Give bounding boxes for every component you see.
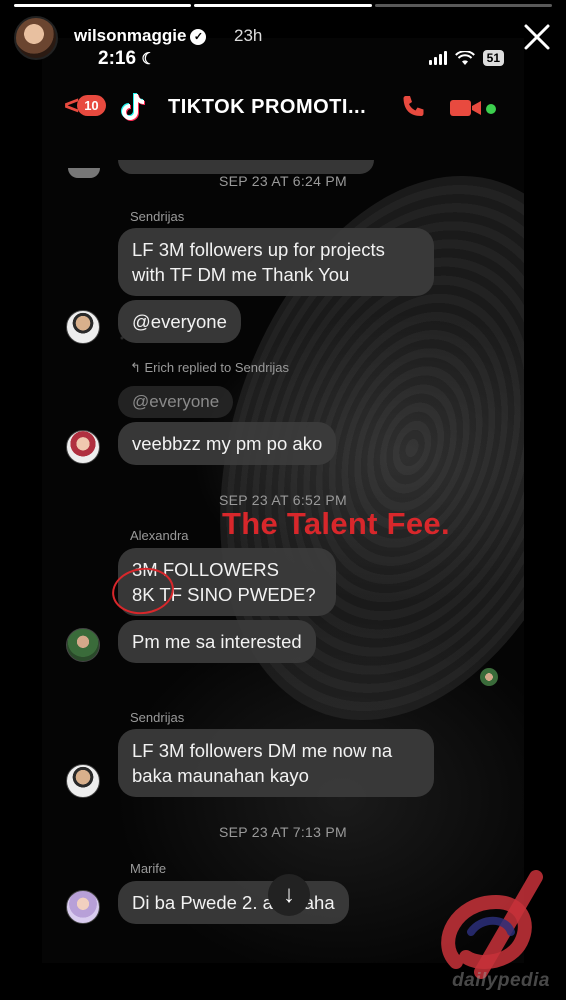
quoted-message[interactable]: @everyone [118, 386, 234, 418]
story-header: wilsonmaggie ✓ 23h [14, 16, 552, 60]
video-call-icon[interactable] [450, 98, 482, 118]
message-bubble[interactable]: Di ba Pwede 2. ahahaha [118, 881, 349, 924]
story-username[interactable]: wilsonmaggie ✓ [74, 26, 207, 46]
chat-header: < 10 TIKTOK PROMOTI... [42, 90, 524, 130]
reply-note-text: Erich replied to Sendrijas [144, 360, 290, 375]
watermark-text: dailypedia [452, 970, 550, 991]
story-time: 23h [234, 26, 263, 45]
avatar[interactable] [66, 628, 100, 662]
sender-name: Sendrijas [130, 209, 185, 224]
chat-title[interactable]: TIKTOK PROMOTI... [168, 96, 366, 119]
online-status-dot [486, 104, 496, 114]
message-bubble[interactable]: LF 3M followers DM me now na baka maunah… [118, 729, 434, 797]
avatar[interactable] [66, 310, 100, 344]
message-bubble[interactable]: Pm me sa interested [118, 620, 316, 663]
avatar[interactable] [66, 430, 100, 464]
message-bubble-partial [118, 160, 374, 174]
sender-name: Sendrijas [130, 710, 185, 725]
reply-arrow-icon: ↰ [130, 360, 145, 375]
story-progress-bar [14, 4, 552, 7]
seen-avatar [480, 668, 498, 686]
chat-screenshot: 2:16 ☾ 51 < 10 TIKTOK PROMOTI... SEP 23 … [42, 38, 524, 963]
sender-name: Marife [130, 861, 167, 876]
progress-segment [14, 4, 192, 7]
message-timestamp: SEP 23 AT 6:24 PM [218, 173, 348, 189]
unread-count-badge: 10 [77, 94, 106, 116]
reply-note: ↰ Erich replied to Sendrijas [130, 360, 289, 376]
progress-segment [374, 4, 552, 7]
sender-name: Alexandra [130, 528, 189, 543]
message-bubble[interactable]: @everyone [118, 300, 241, 343]
scroll-down-button[interactable]: ↓ [268, 874, 310, 916]
tiktok-logo-icon [121, 93, 145, 121]
avatar[interactable] [66, 764, 100, 798]
back-button[interactable]: < 10 [64, 92, 106, 118]
message-bubble[interactable]: LF 3M followers up for projects with TF … [118, 228, 434, 296]
verified-badge-icon: ✓ [190, 29, 207, 45]
message-timestamp: SEP 23 AT 7:13 PM [218, 824, 348, 840]
overlay-caption: The Talent Fee. [222, 506, 450, 541]
close-icon[interactable] [522, 22, 552, 52]
username-text[interactable]: wilsonmaggie [74, 26, 186, 45]
progress-segment [194, 4, 372, 7]
avatar[interactable] [66, 890, 100, 924]
phone-call-icon[interactable] [400, 94, 426, 120]
profile-avatar[interactable] [14, 16, 58, 60]
message-bubble[interactable]: veebbzz my pm po ako [118, 422, 337, 465]
